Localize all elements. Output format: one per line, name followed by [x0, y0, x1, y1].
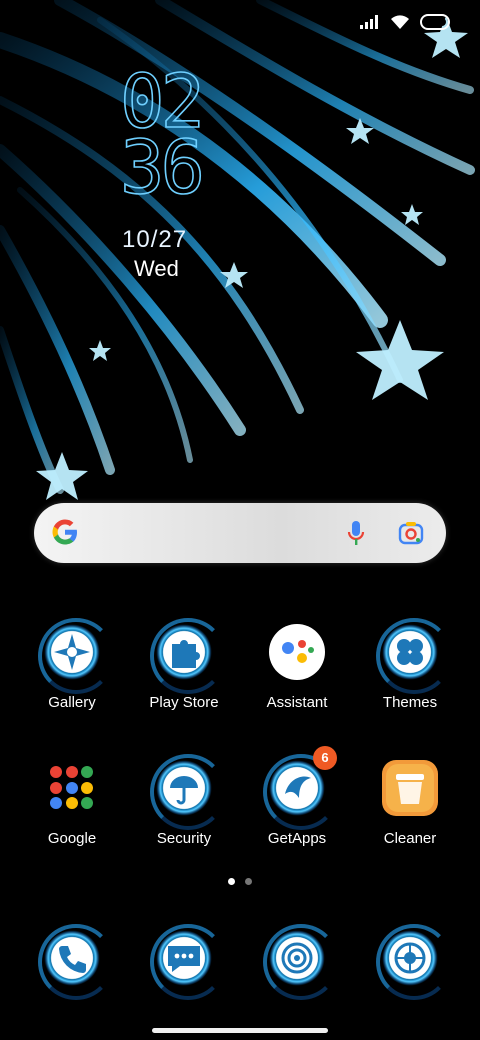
puzzle-icon	[150, 618, 226, 694]
app-label: GetApps	[267, 830, 327, 847]
compass-icon	[38, 618, 114, 694]
date-text: 10/27	[122, 226, 188, 253]
app-label: Cleaner	[383, 830, 437, 847]
app-assistant[interactable]: Assistant	[241, 624, 353, 711]
app-security[interactable]: Security	[128, 754, 240, 847]
day-text: Wed	[134, 256, 179, 281]
battery-icon	[420, 14, 452, 30]
trash-icon	[382, 760, 438, 816]
umbrella-icon	[150, 754, 226, 830]
home-indicator[interactable]	[152, 1028, 328, 1033]
lens-icon[interactable]	[398, 521, 424, 550]
wifi-icon	[390, 14, 410, 30]
app-themes[interactable]: Themes	[354, 618, 466, 711]
page-indicator	[228, 878, 252, 885]
page-dot	[245, 878, 252, 885]
folder-google[interactable]: Google	[16, 760, 128, 847]
app-label: Security	[156, 830, 212, 847]
dock-browser[interactable]	[241, 924, 353, 1000]
dock-messages[interactable]	[128, 924, 240, 1000]
mic-icon[interactable]	[346, 519, 366, 552]
browser-icon	[263, 924, 339, 1000]
messages-icon	[150, 924, 226, 1000]
notification-badge: 6	[313, 746, 337, 770]
google-g-icon	[50, 517, 80, 552]
status-bar	[360, 14, 452, 30]
clock-widget[interactable]: 02 36	[119, 64, 230, 211]
app-cleaner[interactable]: Cleaner	[354, 760, 466, 847]
app-play-store[interactable]: Play Store	[128, 618, 240, 711]
app-getapps[interactable]: 6 GetApps	[241, 746, 353, 847]
app-label: Assistant	[266, 694, 328, 711]
app-gallery[interactable]: Gallery	[16, 618, 128, 711]
camera-icon	[376, 924, 452, 1000]
app-label: Themes	[382, 694, 438, 711]
google-folder-icon	[44, 760, 100, 816]
assistant-icon	[269, 624, 325, 680]
phone-icon	[38, 924, 114, 1000]
dock-camera[interactable]	[354, 924, 466, 1000]
app-label: Gallery	[48, 694, 96, 711]
clover-icon	[376, 618, 452, 694]
app-label: Play Store	[149, 694, 219, 711]
signal-icon	[360, 15, 380, 29]
getapps-icon: 6	[263, 746, 339, 830]
app-label: Google	[47, 830, 97, 847]
dock-phone[interactable]	[16, 924, 128, 1000]
clock-minutes: 36	[119, 125, 206, 211]
page-dot-active	[228, 878, 235, 885]
google-search-bar[interactable]	[34, 503, 446, 563]
